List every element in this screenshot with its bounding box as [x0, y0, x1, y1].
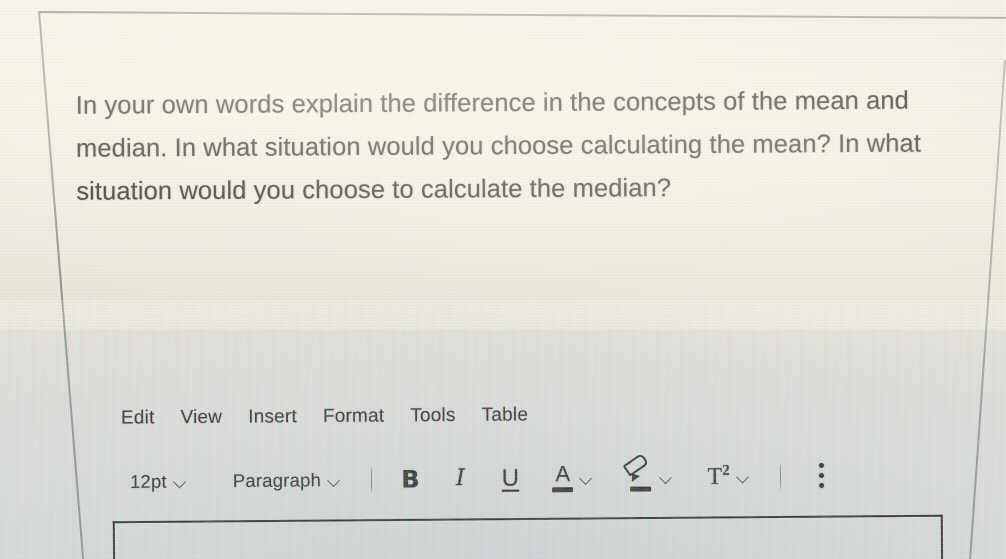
font-size-value: 12pt [129, 470, 167, 492]
text-color-swatch: A [552, 461, 574, 493]
block-format-dropdown[interactable]: Paragraph [229, 467, 345, 494]
text-color-bar [552, 487, 574, 493]
menu-item-tools[interactable]: Tools [410, 405, 456, 427]
superscript-icon: T2 [707, 462, 730, 490]
menu-item-insert[interactable]: Insert [248, 406, 297, 428]
chevron-down-icon [174, 477, 187, 485]
underline-button[interactable]: U [498, 464, 522, 491]
question-prompt-text: In your own words explain the difference… [75, 86, 929, 206]
menu-item-format[interactable]: Format [323, 406, 385, 428]
chevron-down-icon[interactable] [737, 472, 750, 480]
highlight-color-button[interactable] [623, 452, 677, 493]
superscript-button[interactable]: T2 [703, 462, 754, 491]
block-format-value: Paragraph [232, 468, 322, 491]
text-color-letter: A [555, 461, 571, 487]
menu-item-edit[interactable]: Edit [121, 407, 155, 429]
highlighter-pen-icon [623, 452, 653, 484]
dot [819, 462, 825, 468]
highlight-swatch [623, 452, 653, 492]
photographed-screen: In your own words explain the difference… [0, 0, 1006, 559]
editor-menubar: Edit View Insert Format Tools Table [121, 404, 528, 429]
superscript-exponent: 2 [722, 462, 730, 479]
editor-toolbar: 12pt Paragraph B I U A T2 [126, 452, 825, 498]
superscript-base: T [707, 463, 723, 490]
editor-content-area[interactable] [112, 514, 944, 559]
chevron-down-icon[interactable] [580, 473, 593, 481]
window-top-edge [37, 11, 1006, 19]
highlight-color-bar [629, 486, 652, 492]
dot [819, 472, 825, 478]
chevron-down-icon[interactable] [660, 473, 673, 481]
text-color-button[interactable]: A [548, 461, 597, 494]
menu-item-table[interactable]: Table [482, 404, 529, 426]
more-options-icon[interactable] [819, 462, 825, 488]
italic-button[interactable]: I [448, 465, 472, 491]
font-size-dropdown[interactable]: 12pt [126, 468, 191, 495]
chevron-down-icon [328, 476, 341, 484]
menu-item-view[interactable]: View [180, 407, 222, 429]
dot [819, 482, 825, 488]
bold-button[interactable]: B [398, 465, 422, 493]
toolbar-divider [779, 460, 782, 491]
toolbar-divider [370, 464, 373, 495]
